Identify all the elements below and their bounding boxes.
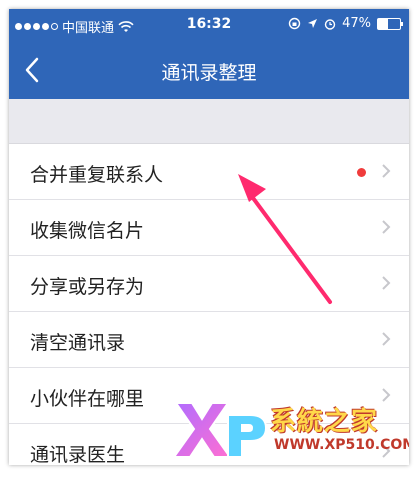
page-title: 通讯录整理 <box>161 62 257 84</box>
list-item-label: 收集微信名片 <box>30 220 145 242</box>
battery-icon <box>377 17 403 30</box>
list-item-share-or-save[interactable]: 分享或另存为 <box>9 256 409 312</box>
list-item-label: 通讯录医生 <box>30 444 126 465</box>
watermark: 系統之家 WWW.XP510.COM <box>172 393 409 465</box>
list-item-label: 分享或另存为 <box>30 276 145 298</box>
alarm-icon <box>324 18 336 30</box>
status-bar: 中国联通 16:32 47% <box>9 9 409 41</box>
chevron-right-icon <box>382 332 391 346</box>
notification-dot <box>357 168 366 177</box>
chevron-right-icon <box>382 164 391 178</box>
watermark-url: WWW.XP510.COM <box>274 437 409 453</box>
rotation-lock-icon <box>288 17 301 30</box>
list-item-label: 合并重复联系人 <box>30 164 164 186</box>
section-spacer <box>9 99 409 144</box>
chevron-right-icon <box>382 220 391 234</box>
location-icon <box>308 19 318 28</box>
list-item-collect-wechat-cards[interactable]: 收集微信名片 <box>9 200 409 256</box>
xp-logo-icon <box>172 402 268 458</box>
list-item-merge-duplicates[interactable]: 合并重复联系人 <box>9 144 409 200</box>
navigation-bar: 通讯录整理 <box>9 41 409 99</box>
chevron-right-icon <box>382 276 391 290</box>
watermark-title: 系統之家 <box>270 407 379 437</box>
phone-screen: 中国联通 16:32 47% 通讯录整理 合并重复联系人 收集微信名片 分享或另… <box>9 9 409 465</box>
list-item-label: 清空通讯录 <box>30 332 126 354</box>
list-item-clear-contacts[interactable]: 清空通讯录 <box>9 312 409 368</box>
battery-percent: 47% <box>342 16 371 31</box>
list-item-label: 小伙伴在哪里 <box>30 388 145 410</box>
status-icons: 47% <box>288 16 403 31</box>
